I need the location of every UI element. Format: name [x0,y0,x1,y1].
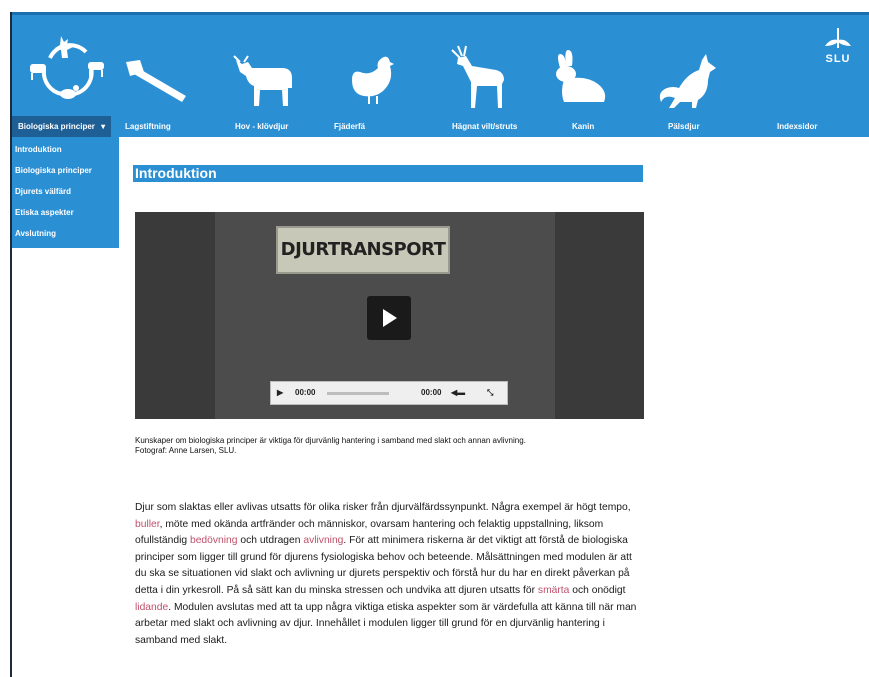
video-controls: ▶ 00:00 00:00 ◀▬ ⤡ [270,381,508,405]
fox-icon[interactable] [658,54,722,108]
nav-item-palsdjur[interactable]: Pälsdjur [668,116,700,137]
nav-item-biologiska-principer[interactable]: Biologiska principer ▾ [12,116,112,137]
nav-item-kanin[interactable]: Kanin [572,116,594,137]
caption-line-2: Fotograf: Anne Larsen, SLU. [135,446,237,455]
link-buller[interactable]: buller [135,519,160,530]
nav-item-indexsidor[interactable]: Indexsidor [777,116,817,137]
header-top-line [12,12,869,15]
animals-circle-logo-icon[interactable] [26,28,110,104]
caption-line-1: Kunskaper om biologiska principer är vik… [135,436,526,445]
control-play-icon[interactable]: ▶ [277,382,283,404]
fullscreen-icon[interactable]: ⤡ [487,382,493,404]
link-lidande[interactable]: lidande [135,602,168,613]
slu-leaf-icon [825,28,851,48]
nav-item-fjaderfa[interactable]: Fjäderfä [334,116,365,137]
main-nav: Biologiska principer ▾ Lagstiftning Hov … [12,116,869,138]
dropdown-item-avslutning[interactable]: Avslutning [12,223,119,244]
site-header: SLU Biologiska principer ▾ Lagstiftning … [12,12,869,137]
time-total: 00:00 [421,388,442,397]
video-sign-text: DJURTRANSPORT [280,239,446,260]
play-button[interactable] [367,296,411,340]
text-part: och onödigt [569,584,626,596]
page-title-bar: Introduktion [133,165,643,182]
video-caption: Kunskaper om biologiska principer är vik… [135,436,675,456]
deer-icon[interactable] [444,44,510,110]
text-part: Djur som slaktas eller avlivas utsatts f… [135,502,631,513]
link-bedovning[interactable]: bedövning [190,535,238,546]
dropdown-item-djurets-valfard[interactable]: Djurets välfärd [12,181,119,202]
slu-logo[interactable]: SLU [821,28,855,65]
nav-item-hov-klovdjur[interactable]: Hov - klövdjur [235,116,288,137]
play-icon [383,309,397,327]
link-avlivning[interactable]: avlivning [303,535,343,546]
time-current: 00:00 [295,388,316,397]
hammer-icon[interactable] [122,56,194,104]
slu-logo-text: SLU [825,53,851,65]
nav-dropdown-menu: Introduktion Biologiska principer Djuret… [12,137,119,248]
text-part: och utdragen [237,535,304,547]
chevron-down-icon: ▾ [101,122,106,131]
dropdown-item-introduktion[interactable]: Introduktion [12,139,119,160]
page-title: Introduktion [135,165,217,181]
dropdown-item-etiska-aspekter[interactable]: Etiska aspekter [12,202,119,223]
cow-icon[interactable] [232,52,298,108]
intro-paragraph: Djur som slaktas eller avlivas utsatts f… [135,500,645,649]
nav-item-lagstiftning[interactable]: Lagstiftning [125,116,171,137]
text-part: . Modulen avslutas med att ta upp några … [135,601,637,646]
nav-item-label: Biologiska principer [18,122,95,131]
nav-item-hagnat-vilt-struts[interactable]: Hägnat vilt/struts [452,116,517,137]
dropdown-item-biologiska-principer[interactable]: Biologiska principer [12,160,119,181]
hen-icon[interactable] [348,52,400,108]
link-smarta[interactable]: smärta [538,585,569,596]
video-sign: DJURTRANSPORT [276,226,450,274]
progress-bar[interactable] [327,392,389,395]
volume-icon[interactable]: ◀▬ [451,382,465,404]
rabbit-icon[interactable] [550,48,612,108]
